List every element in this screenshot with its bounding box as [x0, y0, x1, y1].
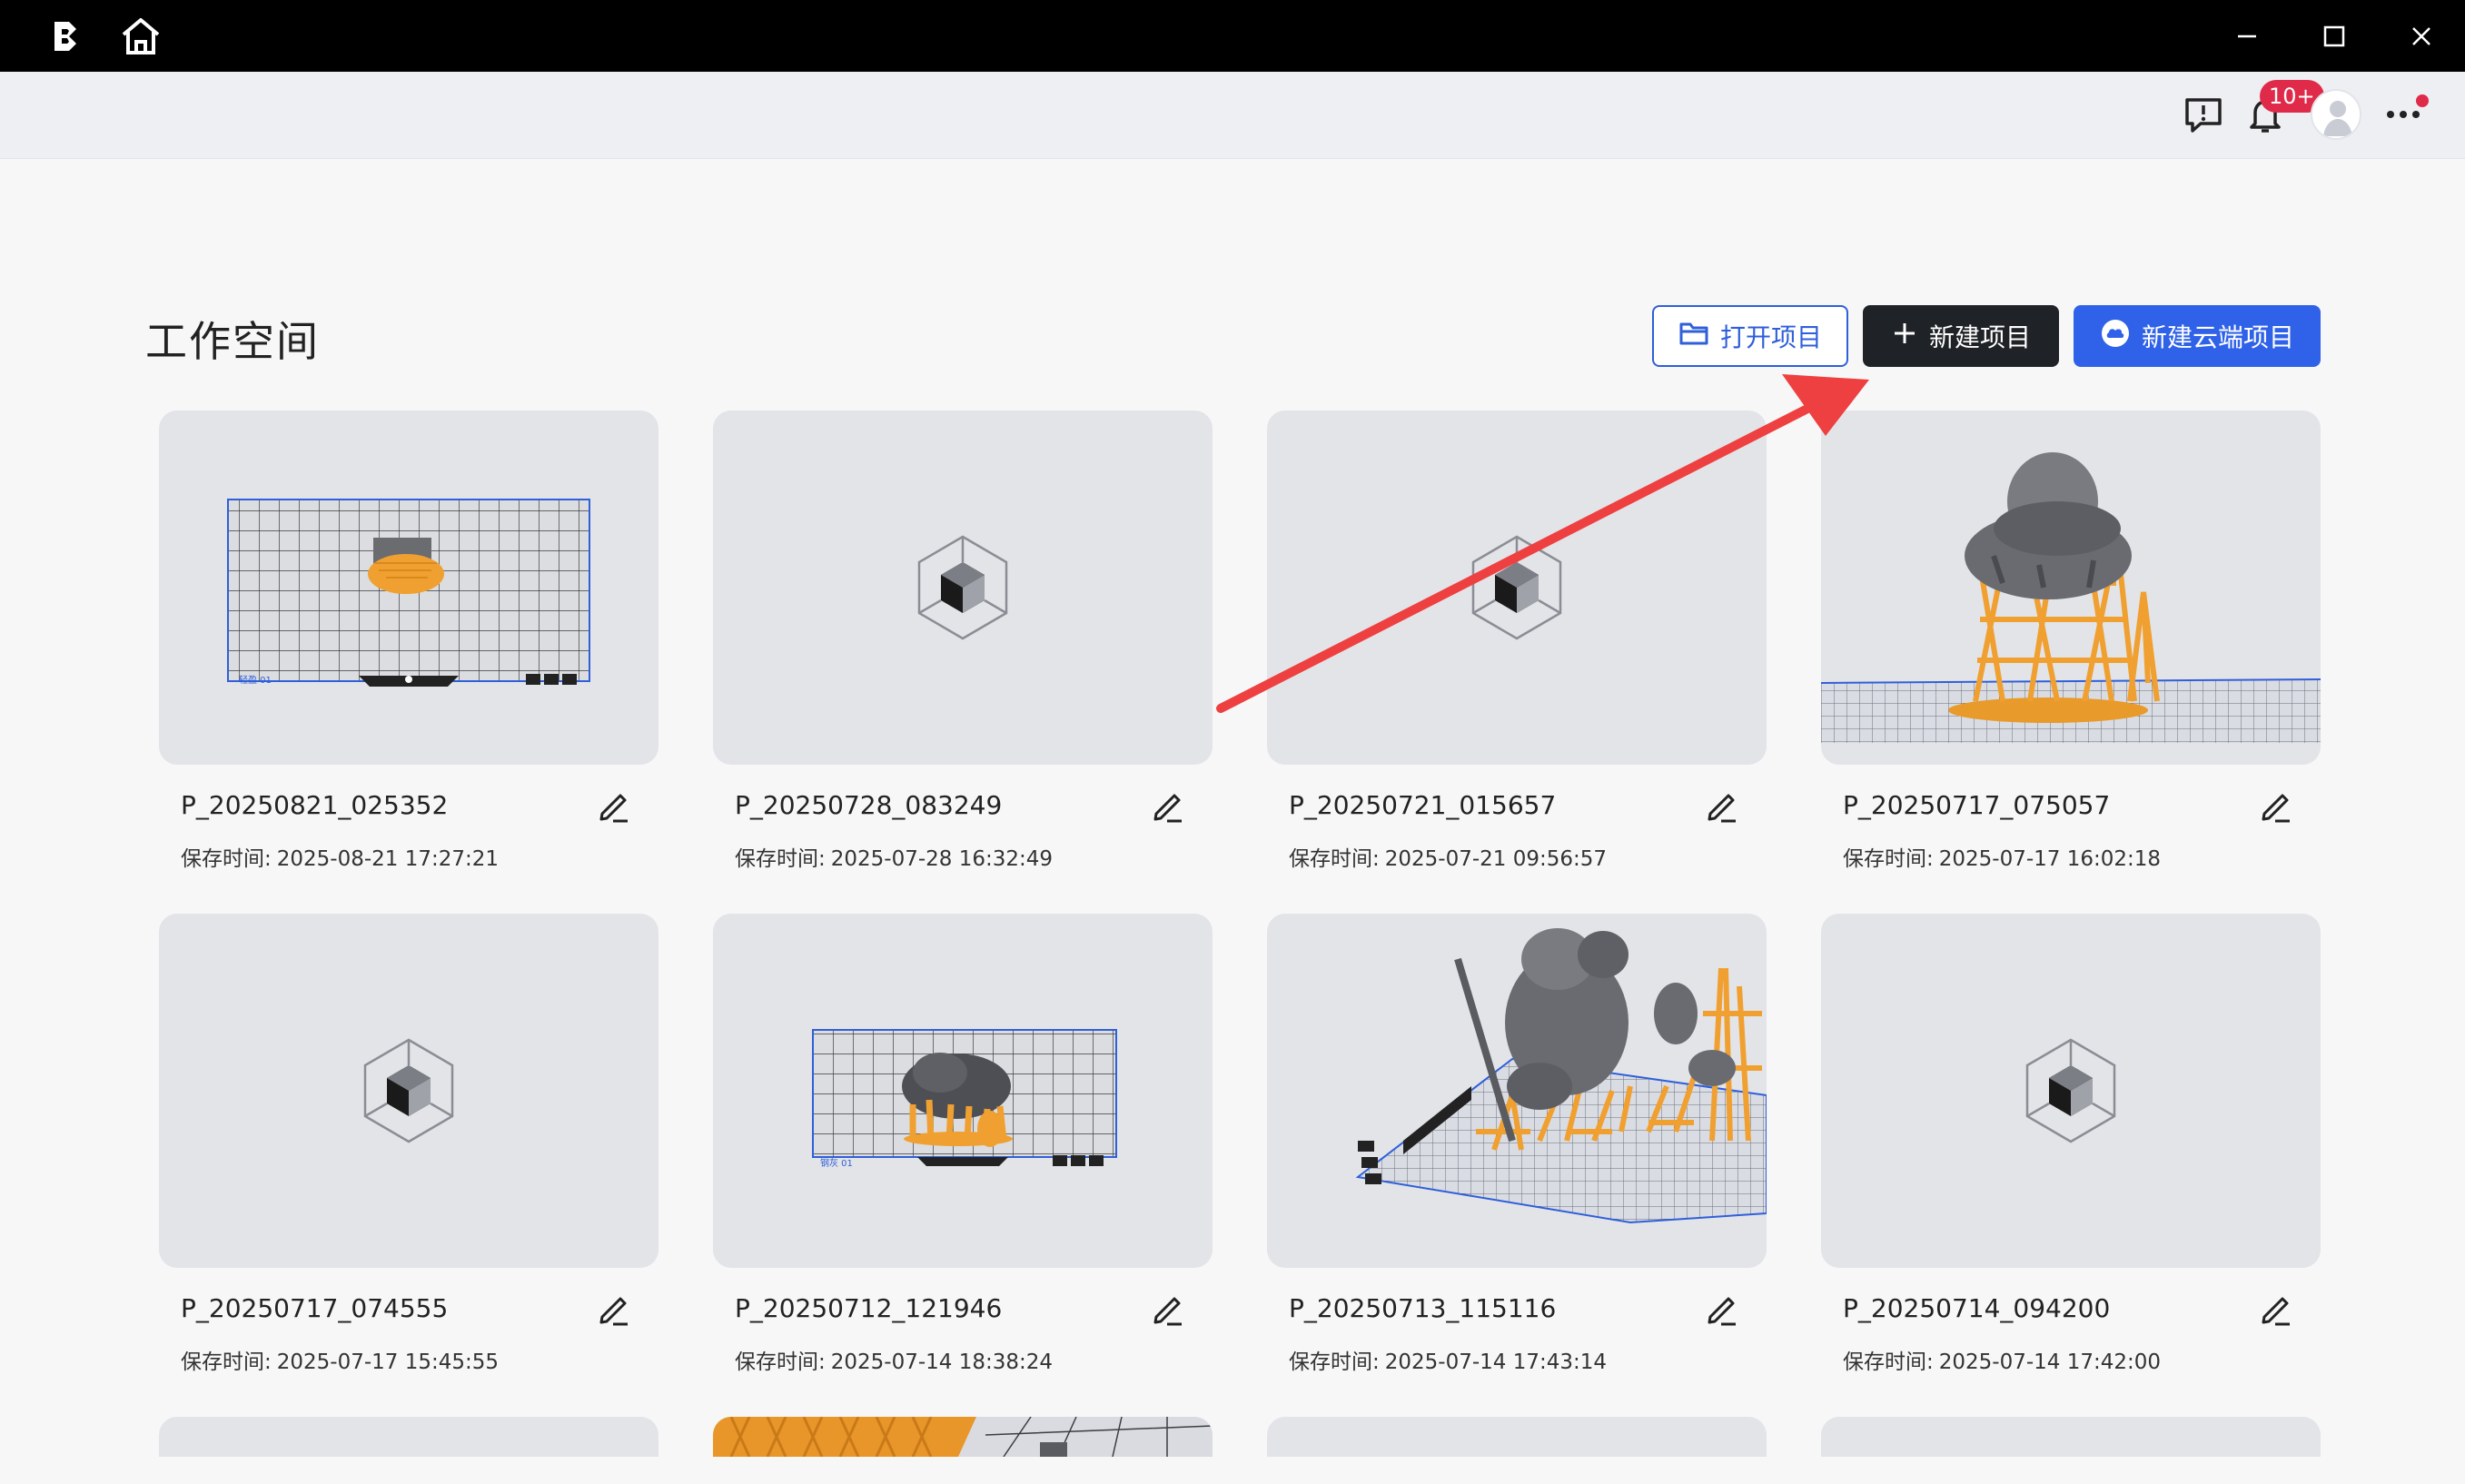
save-time-value: 2025-08-21 17:27:21	[276, 847, 500, 871]
edit-icon[interactable]	[1149, 787, 1187, 825]
plate-label: 轻盈 01	[239, 674, 272, 686]
plate-label: 钢灰 01	[820, 1157, 853, 1169]
save-time: 保存时间: 2025-07-17 15:45:55	[181, 1344, 499, 1375]
save-time: 保存时间: 2025-07-28 16:32:49	[735, 841, 1053, 872]
project-name: P_20250713_115116	[1289, 1293, 1557, 1323]
project-thumbnail[interactable]	[1821, 1417, 2321, 1457]
save-time-value: 2025-07-14 18:38:24	[830, 1350, 1054, 1374]
avatar[interactable]	[2311, 89, 2361, 140]
project-card[interactable]	[713, 1417, 1213, 1457]
project-card[interactable]: P_20250714_094200 保存时间: 2025-07-14 17:42:…	[1821, 914, 2321, 1374]
project-name: P_20250717_075057	[1843, 790, 2111, 820]
project-name: P_20250728_083249	[735, 790, 1003, 820]
project-thumbnail[interactable]	[1267, 411, 1767, 765]
edit-icon[interactable]	[1703, 787, 1741, 825]
project-thumbnail[interactable]	[159, 914, 658, 1268]
project-thumbnail[interactable]	[1267, 1417, 1767, 1457]
save-time-label: 保存时间:	[181, 847, 272, 871]
save-time: 保存时间: 2025-07-21 09:56:57	[1289, 841, 1607, 872]
edit-icon[interactable]	[1703, 1290, 1741, 1328]
project-name: P_20250714_094200	[1843, 1293, 2111, 1323]
project-thumbnail[interactable]	[159, 1417, 658, 1457]
project-thumbnail[interactable]: 轻盈 01	[159, 411, 658, 765]
new-project-label: 新建项目	[1928, 322, 2031, 352]
plus-icon	[1891, 320, 1918, 353]
save-time: 保存时间: 2025-07-14 18:38:24	[735, 1344, 1053, 1375]
unread-dot	[2416, 94, 2429, 107]
project-card[interactable]	[159, 1417, 658, 1457]
save-time-label: 保存时间:	[181, 1350, 272, 1374]
project-card[interactable]	[1821, 1417, 2321, 1457]
project-thumbnail[interactable]	[713, 1417, 1213, 1457]
edit-icon[interactable]	[1149, 1290, 1187, 1328]
save-time-label: 保存时间:	[1843, 1350, 1934, 1374]
project-name: P_20250717_074555	[181, 1293, 449, 1323]
save-time-label: 保存时间:	[735, 1350, 826, 1374]
project-thumbnail[interactable]	[1821, 411, 2321, 765]
top-header	[0, 72, 2465, 159]
project-thumbnail[interactable]	[1821, 914, 2321, 1268]
project-thumbnail[interactable]	[1267, 914, 1767, 1268]
project-thumbnail[interactable]	[713, 411, 1213, 765]
project-card[interactable]: 钢灰 01 P_20250712_121946 保存时间: 2025-07-14 …	[713, 914, 1213, 1374]
save-time-value: 2025-07-17 16:02:18	[1938, 847, 2162, 871]
save-time: 保存时间: 2025-07-14 17:43:14	[1289, 1344, 1607, 1375]
feedback-icon[interactable]	[2180, 92, 2227, 139]
cloud-icon	[2100, 318, 2131, 355]
save-time-value: 2025-07-28 16:32:49	[830, 847, 1054, 871]
save-time-value: 2025-07-21 09:56:57	[1384, 847, 1608, 871]
project-name: P_20250721_015657	[1289, 790, 1557, 820]
project-card[interactable]: P_20250717_075057 保存时间: 2025-07-17 16:02:…	[1821, 411, 2321, 871]
save-time: 保存时间: 2025-08-21 17:27:21	[181, 841, 499, 872]
home-icon[interactable]	[118, 15, 163, 58]
title-bar	[0, 0, 2465, 72]
project-card[interactable]: P_20250728_083249 保存时间: 2025-07-28 16:32:…	[713, 411, 1213, 871]
edit-icon[interactable]	[2257, 1290, 2295, 1328]
save-time-value: 2025-07-17 15:45:55	[276, 1350, 500, 1374]
project-card[interactable]	[1267, 1417, 1767, 1457]
save-time-value: 2025-07-14 17:43:14	[1384, 1350, 1608, 1374]
project-card[interactable]: 轻盈 01 P_20250821_025352 保存时间: 2025-08-21 …	[159, 411, 658, 871]
folder-icon	[1678, 320, 1709, 353]
project-name: P_20250821_025352	[181, 790, 449, 820]
save-time-label: 保存时间:	[735, 847, 826, 871]
save-time-label: 保存时间:	[1843, 847, 1934, 871]
save-time: 保存时间: 2025-07-14 17:42:00	[1843, 1344, 2161, 1375]
open-project-label: 打开项目	[1719, 322, 1822, 352]
project-name: P_20250712_121946	[735, 1293, 1003, 1323]
minimize-icon[interactable]	[2222, 13, 2272, 60]
project-card[interactable]: P_20250717_074555 保存时间: 2025-07-17 15:45:…	[159, 914, 658, 1374]
project-thumbnail[interactable]: 钢灰 01	[713, 914, 1213, 1268]
page-title: 工作空间	[145, 317, 320, 366]
project-card[interactable]: P_20250713_115116 保存时间: 2025-07-14 17:43:…	[1267, 914, 1767, 1374]
maximize-icon[interactable]	[2309, 13, 2360, 60]
app-logo-icon	[45, 16, 85, 56]
save-time-label: 保存时间:	[1289, 847, 1380, 871]
project-card[interactable]: P_20250721_015657 保存时间: 2025-07-21 09:56:…	[1267, 411, 1767, 871]
edit-icon[interactable]	[595, 787, 633, 825]
open-project-button[interactable]: 打开项目	[1652, 305, 1848, 367]
new-cloud-project-label: 新建云端项目	[2141, 322, 2294, 352]
save-time: 保存时间: 2025-07-17 16:02:18	[1843, 841, 2161, 872]
close-icon[interactable]	[2396, 13, 2447, 60]
save-time-value: 2025-07-14 17:42:00	[1938, 1350, 2162, 1374]
new-cloud-project-button[interactable]: 新建云端项目	[2074, 305, 2321, 367]
edit-icon[interactable]	[2257, 787, 2295, 825]
new-project-button[interactable]: 新建项目	[1863, 305, 2059, 367]
save-time-label: 保存时间:	[1289, 1350, 1380, 1374]
edit-icon[interactable]	[595, 1290, 633, 1328]
